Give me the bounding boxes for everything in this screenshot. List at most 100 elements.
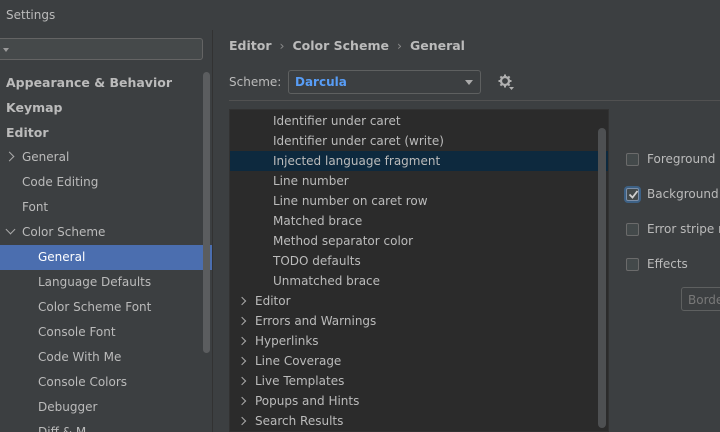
tree-item-language-defaults[interactable]: Language Defaults <box>0 270 212 295</box>
tree-item-label: Language Defaults <box>38 275 152 289</box>
list-group[interactable]: Popups and Hints <box>230 391 608 411</box>
list-group[interactable]: Editor <box>230 291 608 311</box>
tree-item-label: Console Font <box>38 325 116 339</box>
tree-item-diff-merge[interactable]: Diff & M <box>0 420 212 432</box>
list-group[interactable]: Live Templates <box>230 371 608 391</box>
breadcrumb-item[interactable]: Color Scheme <box>293 38 389 53</box>
tree-item-code-editing[interactable]: Code Editing <box>0 170 212 195</box>
checkbox-label: Error stripe m <box>647 222 720 236</box>
checkmark-icon <box>628 190 639 199</box>
settings-sidebar: Appearance & Behavior Keymap Editor Gene… <box>0 30 212 432</box>
tree-item-color-scheme[interactable]: Color Scheme <box>0 220 212 245</box>
tree-item-label: Debugger <box>38 400 98 414</box>
list-scrollbar[interactable] <box>598 128 606 428</box>
tree-item-label: Font <box>22 200 49 214</box>
tree-item-label: Appearance & Behavior <box>6 75 172 90</box>
list-group[interactable]: Line Coverage <box>230 351 608 371</box>
attribute-options: Foreground Background Error stripe m Eff… <box>626 30 720 432</box>
tree-item-editor[interactable]: Editor <box>0 120 212 145</box>
list-item-label: Errors and Warnings <box>255 314 377 328</box>
title-bar: Settings <box>0 0 720 30</box>
list-item-label: Unmatched brace <box>273 274 381 288</box>
color-scheme-general-panel: Editor › Color Scheme › General Scheme: Darc… <box>213 30 720 432</box>
tree-item-color-scheme-font[interactable]: Color Scheme Font <box>0 295 212 320</box>
list-item-label: Line number <box>273 174 349 188</box>
list-item-selected[interactable]: Injected language fragment <box>230 151 608 171</box>
tree-item-label: Diff & M <box>38 425 87 432</box>
search-options-icon[interactable] <box>3 48 9 52</box>
tree-item-label: General <box>38 250 86 264</box>
checkbox-label: Effects <box>647 257 688 271</box>
tree-item-console-font[interactable]: Console Font <box>0 320 212 345</box>
tree-item-label: Console Colors <box>38 375 128 389</box>
scheme-label: Scheme: <box>229 75 282 89</box>
list-item-label: Editor <box>255 294 291 308</box>
tree-item-label: Code With Me <box>38 350 122 364</box>
list-item-label: Search Results <box>255 414 344 428</box>
tree-item-debugger[interactable]: Debugger <box>0 395 212 420</box>
breadcrumb-item[interactable]: Editor <box>229 38 272 53</box>
list-item[interactable]: Method separator color <box>230 231 608 251</box>
list-item[interactable]: Identifier under caret <box>230 111 608 131</box>
chevron-right-icon[interactable] <box>237 356 247 366</box>
chevron-right-icon[interactable] <box>237 336 247 346</box>
tree-item-code-with-me[interactable]: Code With Me <box>0 345 212 370</box>
checkbox-unchecked[interactable] <box>626 258 639 271</box>
effects-type-value: Borde <box>688 293 720 307</box>
checkbox-label: Foreground <box>647 152 716 166</box>
tree-item-label: General <box>22 150 70 164</box>
chevron-right-icon[interactable] <box>237 316 247 326</box>
list-item-label: Popups and Hints <box>255 394 360 408</box>
list-item[interactable]: Line number on caret row <box>230 191 608 211</box>
checkbox-unchecked[interactable] <box>626 153 639 166</box>
list-group[interactable]: Errors and Warnings <box>230 311 608 331</box>
scheme-dropdown-value: Darcula <box>295 75 347 89</box>
list-item-label: Identifier under caret (write) <box>273 134 444 148</box>
tree-item-font[interactable]: Font <box>0 195 212 220</box>
tree-item-keymap[interactable]: Keymap <box>0 95 212 120</box>
tree-item-label: Keymap <box>6 100 63 115</box>
chevron-down-icon[interactable] <box>5 224 16 235</box>
list-item[interactable]: Line number <box>230 171 608 191</box>
sidebar-scrollbar[interactable] <box>203 72 210 353</box>
list-item-label: Method separator color <box>273 234 414 248</box>
gear-icon[interactable] <box>498 74 514 90</box>
checkbox-label: Background <box>647 187 719 201</box>
list-item-label: Line number on caret row <box>273 194 428 208</box>
scheme-dropdown[interactable]: Darcula <box>288 70 481 94</box>
chevron-right-icon: › <box>396 38 402 53</box>
tree-item-general[interactable]: General <box>0 145 212 170</box>
list-group[interactable]: Search Results <box>230 411 608 431</box>
chevron-right-icon[interactable] <box>237 376 247 386</box>
tree-item-label: Color Scheme <box>22 225 106 239</box>
chevron-right-icon[interactable] <box>237 396 247 406</box>
list-item-label: Matched brace <box>273 214 363 228</box>
list-item[interactable]: TODO defaults <box>230 251 608 271</box>
window-title: Settings <box>6 8 56 22</box>
list-item-label: Hyperlinks <box>255 334 319 348</box>
list-item[interactable]: Matched brace <box>230 211 608 231</box>
tree-item-label: Color Scheme Font <box>38 300 152 314</box>
list-item-label: Line Coverage <box>255 354 342 368</box>
tree-item-label: Code Editing <box>22 175 99 189</box>
search-input[interactable] <box>0 38 203 60</box>
list-item[interactable]: Unmatched brace <box>230 271 608 291</box>
tree-item-label: Editor <box>6 125 49 140</box>
list-group[interactable]: Hyperlinks <box>230 331 608 351</box>
tree-item-color-scheme-general[interactable]: General <box>0 245 212 270</box>
effects-type-dropdown[interactable]: Borde <box>681 287 720 311</box>
chevron-right-icon[interactable] <box>4 151 15 162</box>
chevron-right-icon: › <box>279 38 285 53</box>
breadcrumb: Editor › Color Scheme › General <box>229 38 465 53</box>
list-item-label: Injected language fragment <box>273 154 441 168</box>
chevron-right-icon[interactable] <box>237 416 247 426</box>
list-item[interactable]: Identifier under caret (write) <box>230 131 608 151</box>
attributes-tree: Identifier under caret Identifier under … <box>229 109 609 432</box>
breadcrumb-item: General <box>409 38 465 53</box>
tree-item-console-colors[interactable]: Console Colors <box>0 370 212 395</box>
list-item-label: TODO defaults <box>273 254 361 268</box>
checkbox-checked[interactable] <box>626 188 639 201</box>
checkbox-unchecked[interactable] <box>626 223 639 236</box>
tree-item-appearance-behavior[interactable]: Appearance & Behavior <box>0 70 212 95</box>
chevron-right-icon[interactable] <box>237 296 247 306</box>
